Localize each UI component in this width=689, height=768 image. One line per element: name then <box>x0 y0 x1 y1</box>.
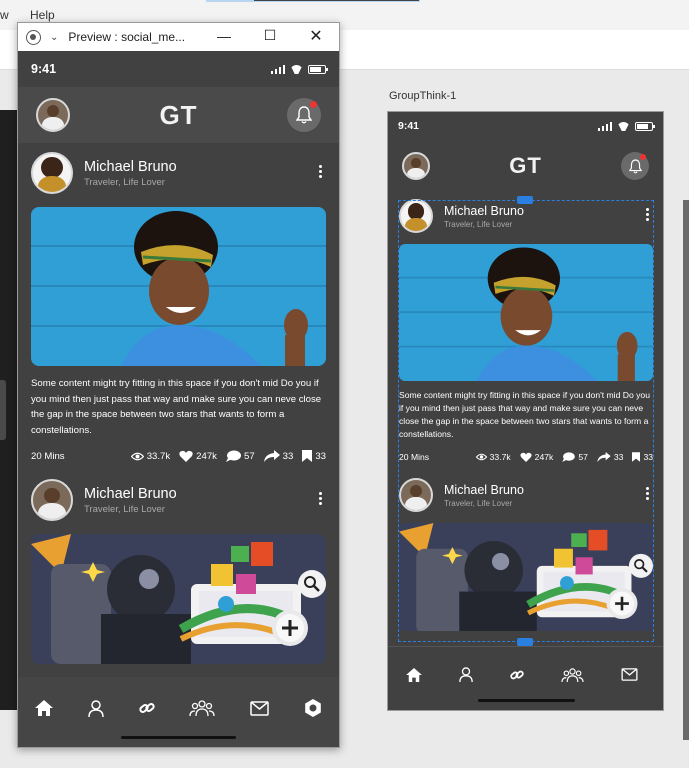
preview-titlebar[interactable]: ⌄ Preview : social_me... — ☐ ✕ <box>18 23 339 51</box>
views-count: 33.7k <box>146 450 171 462</box>
selection-box[interactable] <box>398 196 654 646</box>
profile-icon[interactable] <box>88 699 104 717</box>
left-panel-edge <box>0 110 18 710</box>
saves-count: 33 <box>315 450 326 462</box>
post-image[interactable] <box>31 207 326 366</box>
likes-stat[interactable]: 247k <box>179 450 217 463</box>
app-logo: GT <box>159 99 198 130</box>
status-bar: 9:41 <box>388 112 663 140</box>
artboard-label[interactable]: GroupThink-1 <box>389 90 456 102</box>
wifi-icon <box>290 65 303 74</box>
comment-icon <box>225 450 241 463</box>
shares-count: 33 <box>282 450 294 462</box>
likes-count: 247k <box>196 450 217 462</box>
more-options-icon[interactable] <box>319 165 322 178</box>
artboard-frame[interactable]: 9:41 GT Michael Bruno Traveler, Life Lov… <box>387 111 664 711</box>
shares-stat[interactable]: 33 <box>263 450 294 463</box>
post-header: Michael Bruno Traveler, Life Lover <box>31 151 326 195</box>
post-card: Michael Bruno Traveler, Life Lover <box>18 143 339 464</box>
menu-help[interactable]: Help <box>30 8 55 22</box>
canvas-scrollbar[interactable] <box>683 200 689 740</box>
woman-photo <box>31 207 326 366</box>
heart-icon <box>179 451 193 463</box>
preview-title: Preview : social_me... <box>68 30 186 44</box>
saves-stat[interactable]: 33 <box>302 450 326 463</box>
home-icon[interactable] <box>406 667 423 682</box>
author-avatar[interactable] <box>31 479 73 522</box>
resize-handle-bottom[interactable] <box>517 638 533 646</box>
phone-screen: 9:41 GT Michael Bruno Traveler, Life Lov… <box>18 51 339 747</box>
bell-icon <box>628 158 642 173</box>
author-subtitle: Traveler, Life Lover <box>84 176 165 188</box>
gamer-illustration <box>31 534 326 665</box>
link-icon[interactable] <box>138 700 155 716</box>
author-subtitle: Traveler, Life Lover <box>84 503 165 515</box>
home-indicator <box>121 736 236 739</box>
mail-icon[interactable] <box>250 700 269 716</box>
post-stats: 20 Mins 33.7k 247k 57 33 33 <box>31 448 326 464</box>
status-icons <box>597 121 655 131</box>
post-author: Michael Bruno Traveler, Life Lover <box>84 486 177 515</box>
resize-handle-top[interactable] <box>517 196 533 204</box>
more-options-icon[interactable] <box>319 492 322 506</box>
notification-button[interactable] <box>286 98 321 132</box>
menu-view-fragment[interactable]: w <box>0 8 9 22</box>
link-icon[interactable] <box>510 668 524 682</box>
preview-window: ⌄ Preview : social_me... — ☐ ✕ 9:41 GT M… <box>17 22 340 748</box>
mail-icon[interactable] <box>621 668 638 681</box>
bottom-navigation <box>388 646 663 710</box>
notification-button[interactable] <box>621 152 649 180</box>
home-indicator <box>478 699 575 702</box>
battery-icon <box>308 64 328 74</box>
minimize-button[interactable]: — <box>215 28 233 44</box>
record-icon[interactable] <box>26 29 41 45</box>
app-logo: GT <box>509 153 542 178</box>
user-avatar[interactable] <box>36 98 70 132</box>
status-bar: 9:41 <box>18 51 339 87</box>
app-header: GT <box>388 140 663 192</box>
notification-badge <box>640 154 646 160</box>
status-time: 9:41 <box>398 120 420 132</box>
editor-tab-underline <box>254 0 419 1</box>
eye-icon <box>130 452 144 461</box>
post-image[interactable] <box>31 534 326 665</box>
settings-icon[interactable] <box>304 699 322 717</box>
post-header: Michael Bruno Traveler, Life Lover <box>31 478 326 522</box>
close-button[interactable]: ✕ <box>307 26 325 46</box>
comments-count: 57 <box>243 450 255 462</box>
wifi-icon <box>617 122 630 131</box>
author-avatar[interactable] <box>31 152 73 194</box>
post-text: Some content might try fitting in this s… <box>31 378 322 436</box>
bookmark-icon <box>302 450 313 463</box>
notification-badge <box>309 101 317 108</box>
post-card: Michael Bruno Traveler, Life Lover <box>18 464 339 665</box>
app-header: GT <box>18 87 339 143</box>
signal-icon <box>270 64 285 74</box>
signal-icon <box>597 121 612 131</box>
group-icon[interactable] <box>561 667 584 682</box>
search-fab[interactable] <box>298 570 326 599</box>
group-icon[interactable] <box>189 700 215 716</box>
status-time: 9:41 <box>31 62 57 76</box>
post-time: 20 Mins <box>31 450 65 462</box>
author-name[interactable]: Michael Bruno <box>84 159 177 175</box>
menu-items: w Help <box>0 8 55 22</box>
chevron-down-icon[interactable]: ⌄ <box>50 32 58 43</box>
user-avatar[interactable] <box>402 152 430 180</box>
share-icon <box>263 450 280 463</box>
post-author: Michael Bruno Traveler, Life Lover <box>84 159 177 188</box>
status-icons <box>270 64 328 74</box>
profile-icon[interactable] <box>459 667 474 682</box>
comments-stat[interactable]: 57 <box>225 450 255 463</box>
bottom-navigation <box>18 677 339 747</box>
views-stat[interactable]: 33.7k <box>130 450 171 462</box>
battery-icon <box>635 121 655 131</box>
bell-icon <box>295 106 312 124</box>
author-name[interactable]: Michael Bruno <box>84 486 177 502</box>
maximize-button[interactable]: ☐ <box>261 27 279 44</box>
home-icon[interactable] <box>35 700 54 716</box>
